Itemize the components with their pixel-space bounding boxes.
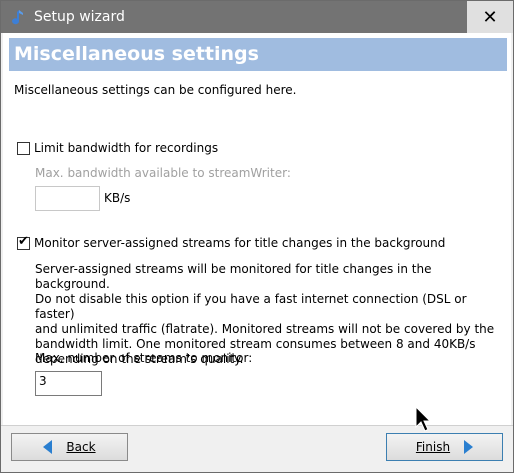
monitor-streams-label[interactable]: Monitor server-assigned streams for titl… [34, 236, 445, 250]
setup-wizard-window: Setup wizard ✕ Miscellaneous settings Mi… [0, 0, 514, 473]
footer-divider [1, 425, 513, 426]
max-streams-input[interactable]: 3 [35, 371, 102, 396]
monitor-streams-checkbox[interactable]: ✔ [17, 234, 30, 250]
page-title: Miscellaneous settings [14, 43, 259, 65]
intro-text: Miscellaneous settings can be configured… [14, 83, 297, 97]
limit-bandwidth-checkbox[interactable] [17, 142, 30, 155]
checkmark-icon: ✔ [18, 234, 29, 249]
arrow-left-icon [43, 440, 53, 454]
close-icon: ✕ [482, 6, 498, 28]
back-button-label: Back [66, 440, 96, 454]
limit-bandwidth-label[interactable]: Limit bandwidth for recordings [34, 141, 218, 155]
description-line: Server-assigned streams will be monitore… [35, 262, 432, 291]
music-note-icon [12, 10, 23, 25]
max-streams-label: Max. number of streams to monitor: [35, 351, 253, 365]
max-bandwidth-input[interactable] [35, 186, 100, 211]
description-line: and unlimited traffic (flatrate). Monito… [35, 322, 495, 336]
description-line: bandwidth limit. One monitored stream co… [35, 337, 476, 351]
arrow-right-icon [464, 440, 474, 454]
wizard-content: Miscellaneous settings Miscellaneous set… [3, 33, 511, 425]
title-bar: Setup wizard ✕ [1, 1, 513, 33]
description-line: Do not disable this option if you have a… [35, 292, 467, 321]
page-header: Miscellaneous settings [9, 38, 507, 71]
finish-button-label: Finish [415, 440, 451, 454]
max-bandwidth-label: Max. bandwidth available to streamWriter… [35, 166, 291, 180]
finish-button[interactable]: Finish [386, 433, 503, 461]
back-button[interactable]: Back [11, 433, 128, 461]
mouse-pointer-icon [415, 406, 431, 432]
bandwidth-unit-label: KB/s [104, 191, 131, 205]
window-title: Setup wizard [34, 9, 125, 25]
close-button[interactable]: ✕ [467, 1, 513, 33]
